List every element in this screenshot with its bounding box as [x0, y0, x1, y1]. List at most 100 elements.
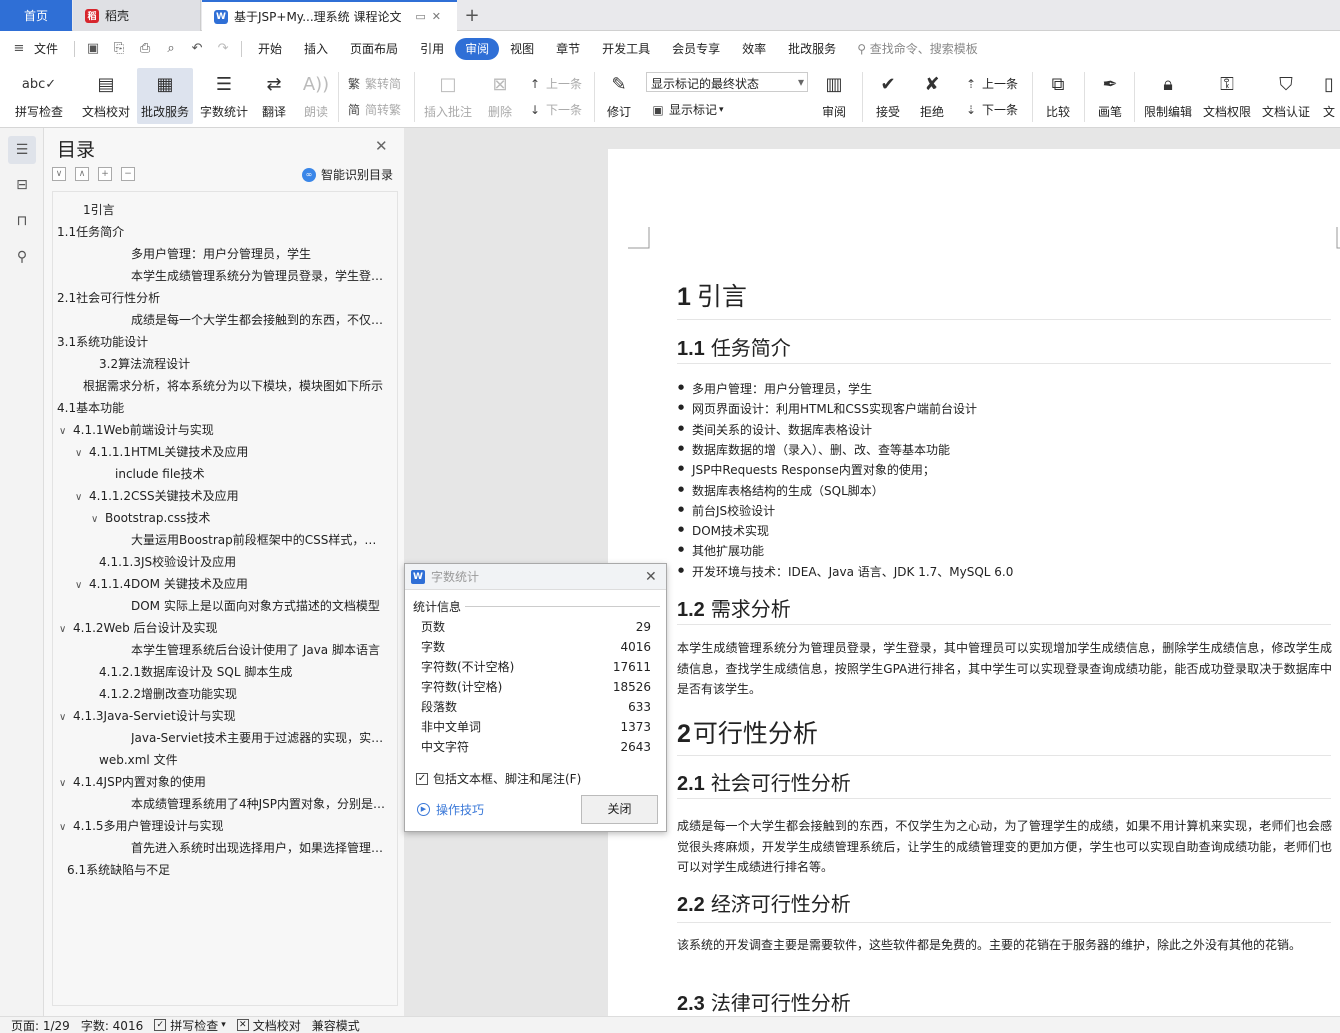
menu-file[interactable]: 文件	[32, 38, 69, 60]
chevron-down-icon[interactable]: ∨	[75, 575, 89, 595]
collapse-all-icon[interactable]: ∨	[52, 167, 66, 181]
menu-item-devtools[interactable]: 开发工具	[591, 38, 661, 60]
expand-all-icon[interactable]: ∧	[75, 167, 89, 181]
chevron-down-icon[interactable]: ∨	[91, 509, 105, 529]
new-tab-button[interactable]: +	[462, 0, 482, 31]
chevron-down-icon[interactable]: ∨	[75, 487, 89, 507]
remove-heading-icon[interactable]: −	[121, 167, 135, 181]
undo-icon[interactable]: ↶	[184, 41, 210, 56]
insert-comment-button[interactable]: □ 插入批注	[420, 68, 476, 124]
toc-item[interactable]: 本成绩管理系统用了4种JSP内置对象，分别是request	[131, 793, 387, 815]
toc-item[interactable]: ∨ 4.1.1.1HTML关键技术及应用	[75, 441, 387, 463]
show-markup-button[interactable]: ▣ 显示标记 ▾	[650, 101, 723, 118]
menu-item-correct[interactable]: 批改服务	[777, 38, 847, 60]
next-comment-button[interactable]: ↓ 下一条	[527, 101, 582, 118]
tab-document[interactable]: W 基于JSP+My...理系统 课程论文 ▭✕	[202, 0, 457, 31]
toc-item[interactable]: ∨2.1社会可行性分析	[53, 287, 387, 309]
toc-item[interactable]: 4.1.2.2增删改查功能实现	[99, 683, 387, 705]
print-icon[interactable]: ⎙	[132, 41, 158, 56]
trad-to-simp-button[interactable]: 繁繁转简	[346, 75, 401, 92]
toc-item[interactable]: web.xml 文件	[99, 749, 387, 771]
window-icon[interactable]: ▭	[415, 10, 431, 23]
menu-item-reference[interactable]: 引用	[409, 38, 455, 60]
close-icon[interactable]: ✕	[645, 569, 657, 585]
toc-item[interactable]: ∨ 4.1.2Web 后台设计及实现	[59, 617, 387, 639]
pen-button[interactable]: ✒ 画笔	[1092, 68, 1128, 124]
toc-item[interactable]: ∨ 4.1.1Web前端设计与实现	[59, 419, 387, 441]
toc-item[interactable]: 3.2算法流程设计	[99, 353, 387, 375]
toc-item[interactable]: DOM 实际上是以面向对象方式描述的文档模型	[131, 595, 387, 617]
tab-home[interactable]: 首页	[0, 0, 72, 31]
menu-item-member[interactable]: 会员专享	[661, 38, 731, 60]
toc-item[interactable]: 6.1系统缺陷与不足	[67, 859, 387, 881]
redo-icon[interactable]: ↷	[210, 41, 236, 56]
menu-item-review[interactable]: 审阅	[455, 37, 500, 60]
translate-button[interactable]: ⇄ 翻译	[255, 68, 293, 124]
toc-item[interactable]: ∨ 4.1.1.2CSS关键技术及应用	[75, 485, 387, 507]
read-aloud-button[interactable]: A)) 朗读	[298, 68, 334, 124]
toc-item[interactable]: ∨3.1系统功能设计	[53, 331, 387, 353]
include-textbox-checkbox[interactable]: ✓ 包括文本框、脚注和尾注(F)	[416, 770, 581, 787]
more-ribbon-button[interactable]: ▯ 文	[1320, 68, 1338, 124]
simp-to-trad-button[interactable]: 简简转繁	[346, 101, 401, 118]
restrict-edit-button[interactable]: 🔒︎ 限制编辑	[1140, 68, 1196, 124]
nav-pane-icon[interactable]: ⊟	[8, 171, 36, 199]
close-icon[interactable]: ✕	[375, 137, 388, 155]
export-icon[interactable]: ⎘	[106, 41, 132, 56]
toc-item[interactable]: ∨ Bootstrap.css技术	[91, 507, 387, 529]
toc-item[interactable]: ∨ 4.1.4JSP内置对象的使用	[59, 771, 387, 793]
chevron-down-icon[interactable]: ∨	[59, 421, 73, 441]
doc-cert-button[interactable]: ⛉ 文档认证	[1258, 68, 1314, 124]
save-icon[interactable]: ▣	[80, 41, 106, 56]
markup-state-select[interactable]: 显示标记的最终状态	[646, 72, 808, 92]
toc-item[interactable]: ∨4.1基本功能	[53, 397, 387, 419]
toc-item[interactable]: Java-Serviet技术主要用于过滤器的实现，实现权限控制	[131, 727, 387, 749]
add-heading-icon[interactable]: +	[98, 167, 112, 181]
document-page[interactable]: 1引言 1.1任务简介 多用户管理：用户分管理员，学生网页界面设计：利用HTML…	[608, 149, 1340, 1016]
dialog-titlebar[interactable]: W 字数统计	[405, 564, 666, 590]
toc-item[interactable]: 1引言	[83, 199, 387, 221]
toc-item[interactable]: 大量运用Boostrap前段框架中的CSS样式，使页面美观	[131, 529, 387, 551]
track-changes-button[interactable]: ✎ 修订	[600, 68, 638, 124]
close-tab-icon[interactable]: ✕	[432, 10, 447, 23]
menu-item-view[interactable]: 视图	[499, 38, 545, 60]
doc-permission-button[interactable]: ⚿ 文档权限	[1199, 68, 1255, 124]
chevron-down-icon[interactable]: ∨	[75, 443, 89, 463]
smart-toc-button[interactable]: ∞ 智能识别目录	[302, 166, 393, 183]
hamburger-icon[interactable]: ≡	[6, 41, 32, 56]
chevron-down-icon[interactable]: ∨	[59, 619, 73, 639]
preview-icon[interactable]: ⌕	[158, 41, 184, 56]
status-words[interactable]: 字数: 4016	[81, 1017, 143, 1033]
toc-item[interactable]: 多用户管理：用户分管理员，学生	[131, 243, 387, 265]
prev-change-button[interactable]: ⇡ 上一条	[963, 75, 1018, 92]
chevron-down-icon[interactable]: ∨	[59, 707, 73, 727]
delete-comment-button[interactable]: ⊠ 删除	[480, 68, 520, 124]
toc-item[interactable]: 成绩是每一个大学生都会接触到的东西，不仅学生为之心动	[131, 309, 387, 331]
next-change-button[interactable]: ⇣ 下一条	[963, 101, 1018, 118]
toc-item[interactable]: 4.1.2.1数据库设计及 SQL 脚本生成	[99, 661, 387, 683]
menu-item-efficiency[interactable]: 效率	[731, 38, 777, 60]
toc-item[interactable]: ∨ 4.1.3Java-Serviet设计与实现	[59, 705, 387, 727]
close-button[interactable]: 关闭	[581, 795, 658, 824]
tips-link[interactable]: ▶ 操作技巧	[417, 801, 484, 818]
toc-item[interactable]: 本学生管理系统后台设计使用了 Java 脚本语言	[131, 639, 387, 661]
menu-item-insert[interactable]: 插入	[293, 38, 339, 60]
menu-item-start[interactable]: 开始	[247, 38, 293, 60]
spell-check-button[interactable]: abc✓ 拼写检查	[10, 68, 68, 124]
toc-item[interactable]: 首先进入系统时出现选择用户，如果选择管理员则进入	[131, 837, 387, 859]
reject-button[interactable]: ✘ 拒绝	[912, 68, 952, 124]
toc-item[interactable]: 根据需求分析，将本系统分为以下模块，模块图如下所示	[83, 375, 387, 397]
toc-icon[interactable]: ☰	[8, 136, 36, 164]
bookmark-icon[interactable]: ⊓	[8, 207, 36, 235]
toc-item[interactable]: include file技术	[115, 463, 387, 485]
chevron-down-icon[interactable]: ∨	[59, 817, 73, 837]
toc-item[interactable]: ∨1.1任务简介	[53, 221, 387, 243]
menu-item-layout[interactable]: 页面布局	[339, 38, 409, 60]
command-search[interactable]: ⚲ 查找命令、搜索模板	[857, 40, 978, 57]
status-proof[interactable]: ✕ 文档校对	[236, 1017, 301, 1033]
word-count-button[interactable]: ☰ 字数统计	[196, 68, 252, 124]
toc-item[interactable]: ∨ 4.1.1.4DOM 关键技术及应用	[75, 573, 387, 595]
toc-item[interactable]: ∨ 4.1.5多用户管理设计与实现	[59, 815, 387, 837]
correct-service-button[interactable]: ▦ 批改服务	[137, 68, 193, 124]
prev-comment-button[interactable]: ↑ 上一条	[527, 75, 582, 92]
